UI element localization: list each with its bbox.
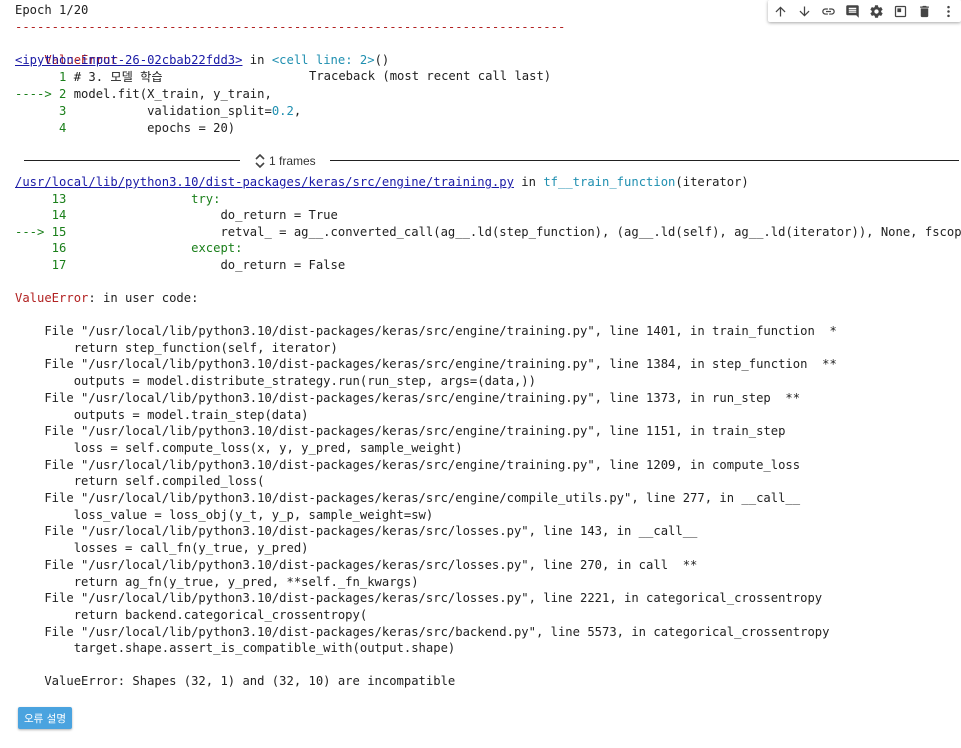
input-location: <ipython-input-26-02cbab22fdd3> in <cell… <box>15 52 389 68</box>
code-tail: , <box>293 104 302 118</box>
code-line: 4 epochs = 20) <box>15 120 235 136</box>
line-marker: 14 <box>15 208 74 222</box>
frames-divider-left <box>24 160 240 161</box>
frames-label: 1 frames <box>269 154 316 168</box>
user-code-header: ValueError: in user code: <box>15 290 198 306</box>
epoch-line: Epoch 1/20 <box>15 3 89 17</box>
line-marker: 3 <box>15 104 74 118</box>
code-text: try: <box>73 192 221 206</box>
trace-code-line: return ag_fn(y_true, y_pred, **self._fn_… <box>15 574 419 589</box>
trace-file-line: File "/usr/local/lib/python3.10/dist-pac… <box>15 457 801 472</box>
code-text: validation_split= <box>73 104 272 118</box>
arrow-down-icon[interactable] <box>792 0 816 22</box>
code-text: epochs = 20) <box>73 121 236 135</box>
training-file-link[interactable]: /usr/local/lib/python3.10/dist-packages/… <box>15 175 514 189</box>
trace-file-line: File "/usr/local/lib/python3.10/dist-pac… <box>15 557 698 572</box>
cell-toolbar <box>768 0 961 22</box>
delete-icon[interactable] <box>912 0 936 22</box>
trace-code-line: return backend.categorical_crossentropy( <box>15 607 368 622</box>
code-number: 0.2 <box>271 104 294 118</box>
trace-code-line: target.shape.assert_is_compatible_with(o… <box>15 641 456 656</box>
code-text: # 3. 모델 학습 <box>73 70 163 84</box>
frame-line: 13 try: <box>15 191 221 207</box>
frame-func: tf__train_function <box>543 175 676 189</box>
trace-file-line: File "/usr/local/lib/python3.10/dist-pac… <box>15 624 830 639</box>
explain-error-button[interactable]: 오류 설명 <box>18 707 72 729</box>
code-line-current: ----> 2 model.fit(X_train, y_train, <box>15 86 272 102</box>
cell-ref-parens: () <box>374 53 390 67</box>
frame-line: 16 except: <box>15 240 243 256</box>
comment-icon[interactable] <box>840 0 864 22</box>
code-text: except: <box>73 241 243 255</box>
code-line: 1 # 3. 모델 학습 <box>15 69 163 85</box>
error-name: ValueError <box>15 291 89 305</box>
link-icon[interactable] <box>816 0 840 22</box>
dash-separator: ----------------------------------------… <box>15 20 566 34</box>
traceback-label: Traceback (most recent call last) <box>309 69 552 83</box>
traceback-header: ValueError Traceback (most recent call l… <box>15 36 551 83</box>
line-marker: 16 <box>15 241 74 255</box>
trace-file-line: File "/usr/local/lib/python3.10/dist-pac… <box>15 491 801 505</box>
trace-code-line: return self.compiled_loss( <box>15 474 265 489</box>
code-text: do_return = True <box>73 208 338 222</box>
line-marker: 17 <box>15 258 74 272</box>
ipython-input-link[interactable]: <ipython-input-26-02cbab22fdd3> <box>15 53 242 67</box>
trace-code-line: return step_function(self, iterator) <box>15 340 338 355</box>
mirror-cell-icon[interactable] <box>888 0 912 22</box>
line-marker: 1 <box>15 70 74 84</box>
line-marker: ----> 2 <box>15 87 74 101</box>
frames-toggle[interactable]: 1 frames <box>255 153 316 169</box>
frame-line-current: ---> 15 retval_ = ag__.converted_call(ag… <box>15 224 961 240</box>
final-error: ValueError: Shapes (32, 1) and (32, 10) … <box>15 674 456 688</box>
more-icon[interactable] <box>936 0 960 22</box>
frame-location: /usr/local/lib/python3.10/dist-packages/… <box>15 174 749 190</box>
code-line: 3 validation_split=0.2, <box>15 103 301 119</box>
frame-line: 14 do_return = True <box>15 207 338 223</box>
trace-file-line: File "/usr/local/lib/python3.10/dist-pac… <box>15 591 823 606</box>
trace-code-line: loss = self.compute_loss(x, y, y_pred, s… <box>15 440 463 455</box>
in-word: in <box>513 175 544 189</box>
cell-ref: <cell line: 2> <box>271 53 375 67</box>
code-text: model.fit(X_train, y_train, <box>73 87 272 101</box>
expand-icon <box>255 154 265 168</box>
user-code-tail: : in user code: <box>88 291 199 305</box>
trace-file-line: File "/usr/local/lib/python3.10/dist-pac… <box>15 524 698 539</box>
trace-file-line: File "/usr/local/lib/python3.10/dist-pac… <box>15 324 837 338</box>
arrow-up-icon[interactable] <box>768 0 792 22</box>
line-marker: ---> 15 <box>15 225 74 239</box>
frames-divider-right <box>330 160 959 161</box>
trace-code-line: outputs = model.train_step(data) <box>15 407 309 422</box>
code-text: retval_ = ag__.converted_call(ag__.ld(st… <box>73 225 961 239</box>
trace-code-line: outputs = model.distribute_strategy.run(… <box>15 374 536 389</box>
trace-code-line: losses = call_fn(y_true, y_pred) <box>15 541 309 556</box>
line-marker: 13 <box>15 192 74 206</box>
trace-file-line: File "/usr/local/lib/python3.10/dist-pac… <box>15 424 786 439</box>
line-marker: 4 <box>15 121 74 135</box>
frame-args: (iterator) <box>675 175 749 189</box>
trace-code-line: loss_value = loss_obj(y_t, y_p, sample_w… <box>15 507 434 522</box>
trace-file-line: File "/usr/local/lib/python3.10/dist-pac… <box>15 357 837 372</box>
code-text: do_return = False <box>73 258 346 272</box>
trace-file-line: File "/usr/local/lib/python3.10/dist-pac… <box>15 390 801 405</box>
in-word: in <box>242 53 272 67</box>
frame-line: 17 do_return = False <box>15 257 346 273</box>
settings-icon[interactable] <box>864 0 888 22</box>
